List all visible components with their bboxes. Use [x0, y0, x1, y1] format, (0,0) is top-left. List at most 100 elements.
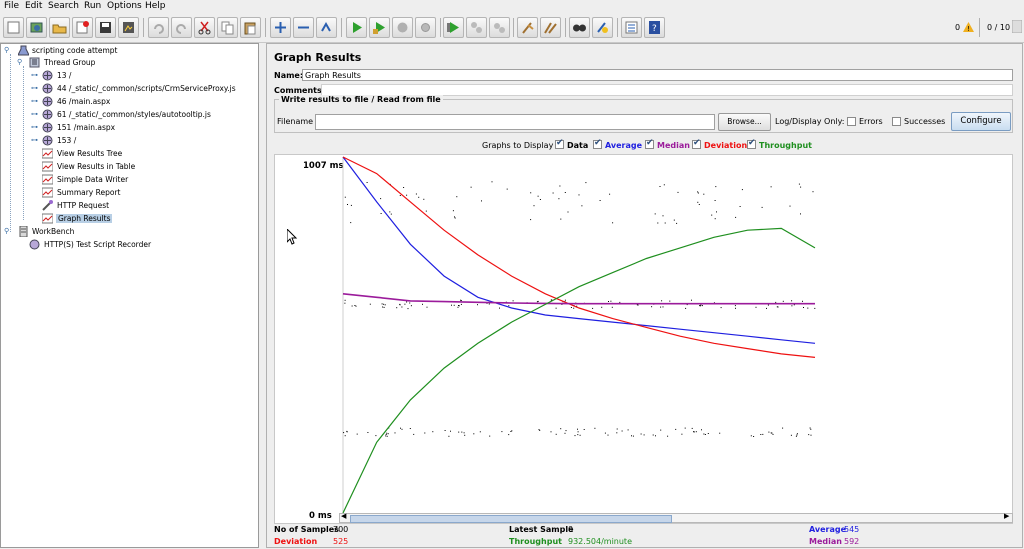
samples-label: No of Samples — [274, 525, 339, 534]
data-point — [451, 304, 452, 306]
data-point — [714, 218, 716, 220]
deviation-checkbox[interactable]: ✔ — [692, 138, 701, 149]
collapse-handle-icon[interactable]: ⚲ — [4, 46, 10, 54]
redo-icon[interactable] — [171, 17, 192, 38]
data-point — [608, 301, 609, 302]
data-point — [380, 198, 382, 200]
horizontal-scrollbar[interactable]: ◀ ▶ — [339, 512, 1013, 523]
expand-handle-icon[interactable]: ⊶ — [31, 97, 38, 105]
data-point — [667, 435, 669, 437]
save-screenshot-icon[interactable] — [118, 17, 139, 38]
data-point — [389, 211, 391, 213]
warning-icon[interactable]: ! — [963, 22, 974, 32]
warning-count: 0 — [955, 23, 961, 32]
configure-button[interactable]: Configure — [951, 112, 1011, 131]
start-no-pause-icon[interactable] — [369, 17, 390, 38]
clear-icon[interactable] — [517, 17, 538, 38]
data-point — [401, 306, 403, 308]
recorder-icon — [29, 239, 40, 250]
write-results-group: Write results to file / Read from file F… — [274, 95, 1013, 133]
data-point — [594, 427, 596, 429]
help-icon[interactable]: ? — [644, 17, 665, 38]
expand-icon[interactable] — [270, 17, 291, 38]
menu-edit[interactable]: Edit — [25, 1, 42, 11]
remote-stop-icon[interactable] — [466, 17, 487, 38]
data-point — [753, 436, 755, 437]
listener-label: View Results Tree — [57, 149, 123, 158]
data-point — [384, 304, 386, 306]
expand-handle-icon[interactable]: ⊶ — [31, 71, 38, 79]
close-icon[interactable] — [72, 17, 93, 38]
name-field[interactable]: Graph Results — [302, 69, 1013, 81]
sampler-label: 13 / — [57, 71, 72, 80]
data-point — [684, 427, 686, 429]
sampler-label: 44 /_static/_common/scripts/CrmServicePr… — [57, 84, 236, 93]
data-point — [766, 307, 767, 309]
stop-icon[interactable] — [392, 17, 413, 38]
remote-shutdown-icon[interactable] — [489, 17, 510, 38]
browse-button[interactable]: Browse... — [718, 113, 771, 131]
new-icon[interactable] — [3, 17, 24, 38]
menu-file[interactable]: File — [4, 1, 19, 11]
save-icon[interactable] — [95, 17, 116, 38]
comments-label: Comments: — [274, 86, 325, 95]
data-point — [601, 306, 603, 308]
data-point — [460, 300, 462, 301]
data-point — [491, 181, 493, 183]
thread-group-icon — [29, 57, 40, 68]
collapse-handle-icon[interactable]: ⚲ — [17, 58, 23, 66]
scroll-right-icon[interactable]: ▶ — [1004, 512, 1009, 520]
median-legend: Median — [657, 141, 690, 150]
throughput-checkbox[interactable]: ✔ — [747, 138, 756, 149]
copy-icon[interactable] — [217, 17, 238, 38]
data-point — [616, 428, 618, 430]
function-helper-icon[interactable] — [621, 17, 642, 38]
data-point — [550, 431, 552, 433]
menu-help[interactable]: Help — [145, 1, 166, 11]
reset-search-icon[interactable] — [592, 17, 613, 38]
clear-all-icon[interactable] — [540, 17, 561, 38]
templates-icon[interactable] — [26, 17, 47, 38]
data-point — [789, 205, 791, 207]
scroll-left-icon[interactable]: ◀ — [341, 512, 346, 520]
menu-options[interactable]: Options — [107, 1, 142, 11]
undo-icon[interactable] — [148, 17, 169, 38]
data-point — [560, 218, 562, 220]
paste-icon[interactable] — [240, 17, 261, 38]
remote-start-icon[interactable] — [443, 17, 464, 38]
mouse-cursor-icon — [287, 229, 298, 245]
expand-handle-icon[interactable]: ⊶ — [31, 123, 38, 131]
data-checkbox[interactable]: ✔ — [555, 138, 564, 149]
toggle-icon[interactable] — [316, 17, 337, 38]
average-checkbox[interactable]: ✔ — [593, 138, 602, 149]
data-point — [387, 433, 389, 435]
cut-icon[interactable] — [194, 17, 215, 38]
data-point — [454, 217, 456, 219]
expand-handle-icon[interactable]: ⊶ — [31, 110, 38, 118]
data-point — [697, 191, 699, 193]
expand-handle-icon[interactable]: ⊶ — [31, 136, 38, 144]
data-point — [577, 434, 579, 436]
data-point — [632, 435, 634, 437]
data-point — [651, 306, 653, 308]
menu-run[interactable]: Run — [84, 1, 101, 11]
menu-search[interactable]: Search — [48, 1, 79, 11]
open-icon[interactable] — [49, 17, 70, 38]
shutdown-icon[interactable] — [415, 17, 436, 38]
start-icon[interactable] — [346, 17, 367, 38]
data-point — [463, 432, 465, 434]
collapse-icon[interactable] — [293, 17, 314, 38]
scrollbar-thumb[interactable] — [350, 515, 672, 523]
successes-checkbox[interactable] — [892, 117, 901, 126]
data-point — [489, 435, 491, 437]
search-icon[interactable] — [569, 17, 590, 38]
data-point — [654, 213, 656, 215]
data-point — [812, 191, 814, 193]
errors-checkbox[interactable] — [847, 117, 856, 126]
filename-field[interactable] — [315, 114, 715, 130]
median-checkbox[interactable]: ✔ — [645, 138, 654, 149]
expand-handle-icon[interactable]: ⊶ — [31, 84, 38, 92]
sampler-icon — [42, 122, 53, 133]
data-point — [693, 431, 695, 433]
collapse-handle-icon[interactable]: ⚲ — [4, 227, 10, 235]
